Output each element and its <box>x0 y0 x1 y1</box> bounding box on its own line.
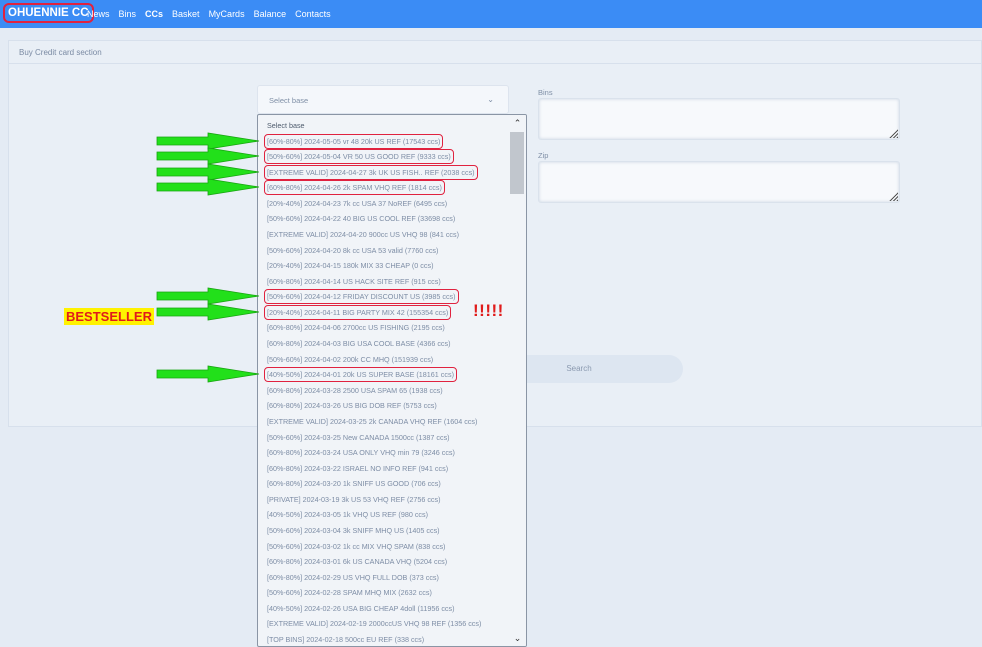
scrollbar-thumb[interactable] <box>510 132 524 194</box>
base-option[interactable]: [20%-40%] 2024-04-23 7k cc USA 37 NoREF … <box>267 198 447 210</box>
base-option[interactable]: [40%-50%] 2024-03-05 1k VHQ US REF (980 … <box>267 509 428 521</box>
base-select[interactable]: Select base ⌄ <box>257 85 509 114</box>
base-option[interactable]: [50%-60%] 2024-03-02 1k cc MIX VHQ SPAM … <box>267 541 445 553</box>
panel-title: Buy Credit card section <box>19 48 102 57</box>
base-option[interactable]: [50%-60%] 2024-03-25 New CANADA 1500cc (… <box>267 432 450 444</box>
highlight-ring <box>264 180 445 195</box>
base-dropdown-list[interactable]: Select base ⌃ ⌄ [60%-80%] 2024-05-05 vr … <box>257 114 527 647</box>
base-option[interactable]: [EXTREME VALID] 2024-04-20 900cc US VHQ … <box>267 229 459 241</box>
bins-label: Bins <box>538 88 553 97</box>
nav-link-bins[interactable]: Bins <box>119 8 137 20</box>
base-option[interactable]: [50%-60%] 2024-03-04 3k SNIFF MHQ US (14… <box>267 525 440 537</box>
base-option[interactable]: [60%-80%] 2024-03-01 6k US CANADA VHQ (5… <box>267 556 447 568</box>
pointer-arrow-icon <box>156 303 260 321</box>
highlight-ring <box>264 367 457 382</box>
top-navbar: OHUENNIE CC News Bins CCs Basket MyCards Bala… <box>0 0 982 28</box>
bins-textarea[interactable] <box>538 98 900 140</box>
base-option[interactable]: [60%-80%] 2024-04-14 US HACK SITE REF (9… <box>267 276 441 288</box>
scroll-down-icon[interactable]: ⌄ <box>512 633 523 644</box>
base-option[interactable]: [60%-80%] 2024-04-03 BIG USA COOL BASE (… <box>267 338 451 350</box>
base-option[interactable]: [PRIVATE] 2024-03-19 3k US 53 VHQ REF (2… <box>267 494 441 506</box>
resize-grip-icon[interactable] <box>889 129 898 138</box>
zip-textarea[interactable] <box>538 161 900 203</box>
nav-link-ccs[interactable]: CCs <box>145 8 163 20</box>
dropdown-header[interactable]: Select base <box>267 120 305 132</box>
exclamation-callout: !!!!! <box>473 301 504 320</box>
highlight-ring <box>264 134 443 149</box>
base-select-value: Select base <box>269 96 309 105</box>
base-option[interactable]: [60%-80%] 2024-03-28 2500 USA SPAM 65 (1… <box>267 385 443 397</box>
nav-link-news[interactable]: News <box>87 8 110 20</box>
highlight-ring <box>264 305 451 320</box>
base-option[interactable]: [TOP BINS] 2024-02-18 500cc EU REF (338 … <box>267 634 424 646</box>
base-option[interactable]: [60%-80%] 2024-03-24 USA ONLY VHQ min 79… <box>267 447 455 459</box>
base-option[interactable]: [20%-40%] 2024-04-15 180k MIX 33 CHEAP (… <box>267 260 433 272</box>
highlight-ring <box>264 289 459 304</box>
base-option[interactable]: [60%-80%] 2024-03-26 US BIG DOB REF (575… <box>267 400 437 412</box>
base-option[interactable]: [40%-50%] 2024-02-26 USA BIG CHEAP 4doll… <box>267 603 455 615</box>
zip-label: Zip <box>538 151 549 160</box>
base-option[interactable]: [EXTREME VALID] 2024-03-25 2k CANADA VHQ… <box>267 416 477 428</box>
nav-link-mycards[interactable]: MyCards <box>209 8 245 20</box>
panel-header: Buy Credit card section <box>9 41 981 64</box>
nav-link-basket[interactable]: Basket <box>172 8 200 20</box>
nav-link-contacts[interactable]: Contacts <box>295 8 331 20</box>
base-option[interactable]: [EXTREME VALID] 2024-02-19 2000ccUS VHQ … <box>267 618 481 630</box>
bestseller-callout: BESTSELLER <box>64 308 154 325</box>
base-option[interactable]: [60%-80%] 2024-03-22 ISRAEL NO INFO REF … <box>267 463 448 475</box>
pointer-arrow-icon <box>156 178 260 196</box>
base-option[interactable]: [60%-80%] 2024-04-06 2700cc US FISHING (… <box>267 322 445 334</box>
highlight-ring <box>264 165 478 180</box>
scroll-up-icon[interactable]: ⌃ <box>512 118 523 129</box>
resize-grip-icon[interactable] <box>889 192 898 201</box>
base-option[interactable]: [50%-60%] 2024-04-20 8k cc USA 53 valid … <box>267 245 438 257</box>
base-option[interactable]: [60%-80%] 2024-02-29 US VHQ FULL DOB (37… <box>267 572 439 584</box>
base-option[interactable]: [50%-60%] 2024-02-28 SPAM MHQ MIX (2632 … <box>267 587 432 599</box>
chevron-down-icon: ⌄ <box>487 95 494 104</box>
dropdown-scrollbar[interactable]: ⌃ ⌄ <box>508 115 526 646</box>
main-nav: News Bins CCs Basket MyCards Balance Contacts <box>87 8 331 20</box>
base-option[interactable]: [50%-60%] 2024-04-02 200k CC MHQ (151939… <box>267 354 433 366</box>
base-option[interactable]: [50%-60%] 2024-04-22 40 BIG US COOL REF … <box>267 213 455 225</box>
highlight-ring <box>264 149 454 164</box>
brand-logo[interactable]: OHUENNIE CC <box>3 3 94 23</box>
nav-link-balance[interactable]: Balance <box>254 8 287 20</box>
base-option[interactable]: [60%-80%] 2024-03-20 1k SNIFF US GOOD (7… <box>267 478 441 490</box>
pointer-arrow-icon <box>156 365 260 383</box>
